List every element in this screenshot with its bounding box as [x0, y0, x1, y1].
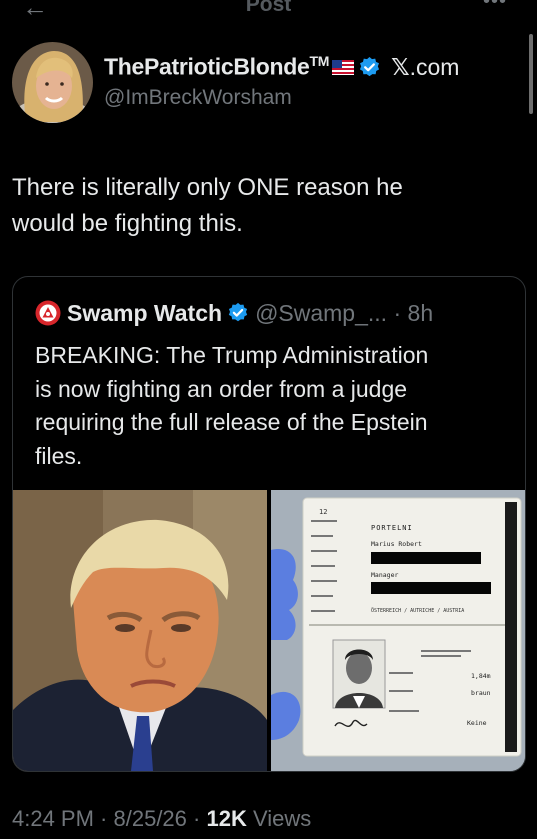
views-label: Views	[252, 806, 312, 831]
tweet-text: There is literally only ONE reason he wo…	[12, 170, 512, 242]
verified-badge-icon	[358, 56, 381, 79]
passport-height: 1,84m	[471, 672, 491, 680]
verified-badge-icon	[227, 302, 249, 324]
passport-country: ÖSTERREICH / AUTRICHE / AUSTRIA	[371, 607, 464, 614]
x-logo-icon: 𝕏	[391, 53, 410, 80]
tweet-date[interactable]: 8/25/26	[114, 806, 187, 831]
scrollbar[interactable]	[529, 34, 533, 114]
svg-text:12: 12	[319, 508, 327, 516]
more-options-icon[interactable]: •••	[483, 0, 507, 13]
quote-avatar[interactable]	[35, 300, 61, 326]
quote-text-line: files.	[35, 442, 83, 469]
quote-handle-text: @Swamp_...	[255, 299, 388, 326]
author-display-name[interactable]: ThePatrioticBlondeTM	[104, 53, 329, 81]
tweet-text-line: There is literally only ONE reason he	[12, 174, 403, 201]
page-title: Post	[245, 0, 292, 16]
avatar[interactable]	[12, 42, 93, 123]
tweet-time[interactable]: 4:24 PM	[12, 806, 94, 831]
quote-header: Swamp Watch @Swamp_... · 8h	[35, 299, 433, 327]
passport-surname: PORTELNI	[371, 524, 413, 532]
tweet-text-line: would be fighting this.	[12, 210, 243, 237]
passport-photo[interactable]: 12 PORTELNI Marius Robert Manager ÖSTERR…	[271, 490, 525, 771]
quote-author-handle[interactable]: @Swamp_... · 8h	[255, 300, 433, 327]
quote-text-line: requiring the full release of the Epstei…	[35, 409, 428, 435]
views-count[interactable]: 12K	[206, 806, 246, 831]
passport-eyes: braun	[471, 689, 491, 697]
passport-special: Keine	[467, 719, 487, 727]
portrait-photo[interactable]	[13, 490, 267, 771]
author-name-text: ThePatrioticBlonde	[104, 53, 310, 80]
quote-author-name[interactable]: Swamp Watch	[67, 300, 222, 327]
quote-tweet-card[interactable]: Swamp Watch @Swamp_... · 8h BREAKING: Th…	[12, 276, 526, 772]
x-domain-text: .com	[409, 53, 460, 80]
us-flag-icon	[332, 59, 355, 75]
quote-time: 8h	[407, 299, 434, 326]
quote-text: BREAKING: The Trump Administration is no…	[35, 339, 505, 473]
quote-media[interactable]: 12 PORTELNI Marius Robert Manager ÖSTERR…	[13, 490, 525, 771]
passport-profession: Manager	[371, 571, 398, 579]
author-handle[interactable]: @ImBreckWorsham	[104, 86, 292, 110]
trademark-symbol: TM	[309, 53, 330, 70]
top-bar: ← Post •••	[0, 0, 537, 22]
quote-text-line: BREAKING: The Trump Administration	[35, 342, 429, 368]
quote-text-line: is now fighting an order from a judge	[35, 375, 408, 402]
author-name-row[interactable]: ThePatrioticBlondeTM 𝕏 .com	[104, 52, 459, 82]
tweet-meta: 4:24 PM · 8/25/26 · 12K Views	[12, 806, 312, 831]
passport-given-name: Marius Robert	[371, 540, 422, 548]
